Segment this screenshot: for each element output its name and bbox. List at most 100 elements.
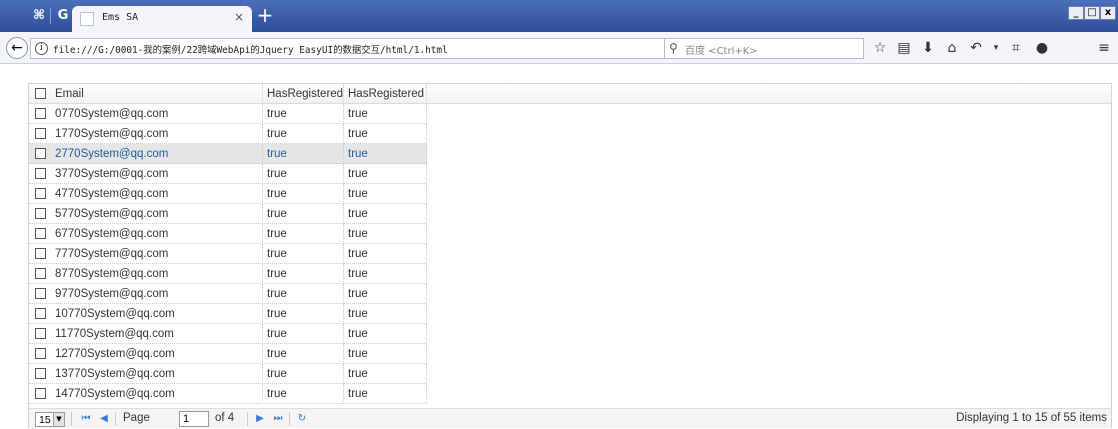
- row-checkbox[interactable]: [35, 328, 46, 339]
- datagrid: Email HasRegistered HasRegistered 0770Sy…: [28, 83, 1112, 428]
- undo-icon[interactable]: ↶: [966, 39, 986, 57]
- row-hasregistered-2-cell: true: [344, 104, 427, 124]
- table-row[interactable]: 5770System@qq.com true true: [29, 204, 427, 224]
- pager-divider: [115, 412, 116, 426]
- table-row[interactable]: 6770System@qq.com true true: [29, 224, 427, 244]
- window-maximize-button[interactable]: □: [1084, 6, 1100, 20]
- row-email-cell: 8770System@qq.com: [51, 264, 263, 284]
- row-email-cell: 1770System@qq.com: [51, 124, 263, 144]
- browser-titlebar: ⌘ G Ems SA × + _ □ x: [0, 0, 1118, 32]
- page-count-label: of 4: [215, 412, 235, 424]
- select-all-checkbox[interactable]: [35, 88, 46, 99]
- chevron-down-icon[interactable]: ▼: [53, 413, 64, 426]
- row-email-cell: 10770System@qq.com: [51, 304, 263, 324]
- table-row[interactable]: 8770System@qq.com true true: [29, 264, 427, 284]
- table-row[interactable]: 7770System@qq.com true true: [29, 244, 427, 264]
- table-row[interactable]: 13770System@qq.com true true: [29, 364, 427, 384]
- tab-close-icon[interactable]: ×: [234, 10, 244, 24]
- row-checkbox[interactable]: [35, 368, 46, 379]
- page-number-input[interactable]: 1: [179, 411, 209, 427]
- site-info-icon[interactable]: i: [35, 42, 48, 55]
- screenshot-icon[interactable]: ⌗: [1006, 39, 1026, 57]
- row-checkbox[interactable]: [35, 128, 46, 139]
- extension-icon[interactable]: G: [52, 5, 74, 27]
- table-row[interactable]: 12770System@qq.com true true: [29, 344, 427, 364]
- row-email-cell: 6770System@qq.com: [51, 224, 263, 244]
- table-row[interactable]: 2770System@qq.com true true: [29, 144, 427, 164]
- home-icon[interactable]: ⌂: [942, 39, 962, 57]
- page-size-value: 15: [39, 414, 51, 426]
- row-checkbox[interactable]: [35, 248, 46, 259]
- row-hasregistered-cell: true: [263, 284, 344, 304]
- row-checkbox[interactable]: [35, 228, 46, 239]
- bookmark-star-icon[interactable]: ☆: [870, 39, 890, 57]
- reading-list-icon[interactable]: ▤: [894, 39, 914, 57]
- column-header-email[interactable]: Email: [51, 84, 263, 104]
- column-header-hasregistered-2[interactable]: HasRegistered: [344, 84, 427, 104]
- row-email-cell: 9770System@qq.com: [51, 284, 263, 304]
- back-button[interactable]: ←: [6, 37, 28, 59]
- download-icon[interactable]: ⬇: [918, 39, 938, 57]
- row-checkbox[interactable]: [35, 188, 46, 199]
- row-checkbox[interactable]: [35, 348, 46, 359]
- row-hasregistered-2-cell: true: [344, 184, 427, 204]
- row-checkbox[interactable]: [35, 308, 46, 319]
- dropdown-icon[interactable]: ▾: [986, 39, 1006, 57]
- row-hasregistered-cell: true: [263, 304, 344, 324]
- row-hasregistered-2-cell: true: [344, 144, 427, 164]
- pager-divider: [247, 412, 248, 426]
- datagrid-header: Email HasRegistered HasRegistered: [29, 84, 1111, 104]
- row-hasregistered-2-cell: true: [344, 284, 427, 304]
- table-row[interactable]: 14770System@qq.com true true: [29, 384, 427, 404]
- table-row[interactable]: 0770System@qq.com true true: [29, 104, 427, 124]
- row-hasregistered-2-cell: true: [344, 244, 427, 264]
- row-hasregistered-2-cell: true: [344, 264, 427, 284]
- first-page-icon[interactable]: ⏮: [79, 412, 93, 426]
- previous-page-icon[interactable]: ◀: [97, 412, 111, 426]
- table-row[interactable]: 10770System@qq.com true true: [29, 304, 427, 324]
- window-minimize-button[interactable]: _: [1068, 6, 1084, 20]
- table-row[interactable]: 9770System@qq.com true true: [29, 284, 427, 304]
- navigation-toolbar: ← i file:///G:/0001-我的案例/22跨域WebApi的Jque…: [0, 32, 1118, 64]
- row-checkbox[interactable]: [35, 108, 46, 119]
- row-hasregistered-2-cell: true: [344, 204, 427, 224]
- row-hasregistered-cell: true: [263, 204, 344, 224]
- row-hasregistered-2-cell: true: [344, 224, 427, 244]
- table-row[interactable]: 3770System@qq.com true true: [29, 164, 427, 184]
- last-page-icon[interactable]: ⏭: [271, 412, 285, 426]
- row-email-cell: 12770System@qq.com: [51, 344, 263, 364]
- row-checkbox[interactable]: [35, 388, 46, 399]
- search-icon: ⚲: [669, 41, 678, 55]
- row-checkbox[interactable]: [35, 268, 46, 279]
- row-hasregistered-2-cell: true: [344, 164, 427, 184]
- row-hasregistered-cell: true: [263, 164, 344, 184]
- column-header-hasregistered[interactable]: HasRegistered: [263, 84, 344, 104]
- app-menu-icon[interactable]: ⌘: [28, 5, 50, 27]
- search-placeholder: 百度 <Ctrl+K>: [685, 46, 758, 57]
- table-row[interactable]: 1770System@qq.com true true: [29, 124, 427, 144]
- address-bar[interactable]: i file:///G:/0001-我的案例/22跨域WebApi的Jquery…: [30, 38, 690, 59]
- pagination-info: Displaying 1 to 15 of 55 items: [956, 412, 1107, 424]
- table-row[interactable]: 11770System@qq.com true true: [29, 324, 427, 344]
- chat-icon[interactable]: ●: [1032, 39, 1052, 57]
- page-label: Page: [123, 412, 150, 424]
- row-hasregistered-2-cell: true: [344, 124, 427, 144]
- url-text[interactable]: file:///G:/0001-我的案例/22跨域WebApi的Jquery E…: [53, 42, 448, 56]
- row-checkbox[interactable]: [35, 288, 46, 299]
- page-size-select[interactable]: 15 ▼: [35, 412, 65, 427]
- next-page-icon[interactable]: ▶: [253, 412, 267, 426]
- table-row[interactable]: 4770System@qq.com true true: [29, 184, 427, 204]
- window-close-button[interactable]: x: [1100, 6, 1116, 20]
- refresh-icon[interactable]: ↻: [295, 412, 309, 426]
- browser-tab[interactable]: Ems SA ×: [72, 6, 252, 32]
- row-checkbox[interactable]: [35, 168, 46, 179]
- menu-icon[interactable]: ≡: [1094, 39, 1114, 57]
- row-email-cell: 4770System@qq.com: [51, 184, 263, 204]
- row-checkbox[interactable]: [35, 148, 46, 159]
- search-input[interactable]: ⚲ 百度 <Ctrl+K>: [664, 38, 864, 59]
- page-favicon-icon: [80, 12, 94, 26]
- new-tab-button[interactable]: +: [254, 3, 276, 27]
- row-hasregistered-cell: true: [263, 124, 344, 144]
- row-hasregistered-cell: true: [263, 344, 344, 364]
- row-checkbox[interactable]: [35, 208, 46, 219]
